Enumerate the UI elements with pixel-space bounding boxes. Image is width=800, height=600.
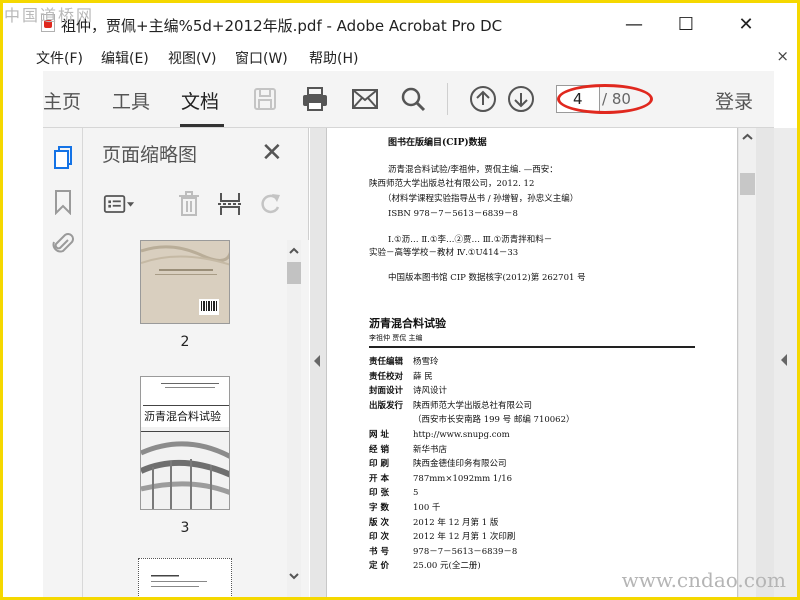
detail-value: 杨雪玲 bbox=[413, 357, 439, 367]
detail-label: 字 数 bbox=[369, 503, 389, 513]
detail-label: 定 价 bbox=[369, 561, 389, 572]
cip-line: ISBN 978－7－5613－6839－8 bbox=[388, 209, 518, 219]
minimize-button[interactable]: — bbox=[611, 9, 657, 39]
right-panel-strip bbox=[774, 128, 797, 597]
thumbnail-scrollbar[interactable] bbox=[287, 240, 301, 597]
detail-value: 新华书店 bbox=[413, 444, 448, 455]
panel-toolbar bbox=[83, 178, 309, 228]
save-icon[interactable] bbox=[249, 83, 281, 115]
menu-file[interactable]: 文件(F) bbox=[36, 48, 83, 68]
watermark-top-left: 中国道桥网 bbox=[4, 6, 95, 25]
close-panel-button[interactable]: ✕ bbox=[261, 138, 283, 168]
pdf-page: 图书在版编目(CIP)数据 沥青混合料试验/李祖仲，贾侃主编. —西安： 陕西师… bbox=[326, 128, 738, 597]
print-icon[interactable] bbox=[299, 83, 331, 115]
attachment-icon[interactable] bbox=[43, 228, 83, 260]
cip-line: 中国版本图书馆 CIP 数据核字(2012)第 262701 号 bbox=[388, 273, 586, 283]
book-title: 沥青混合料试验 bbox=[369, 317, 446, 330]
tab-tools[interactable]: 工具 bbox=[112, 87, 150, 114]
thumbnail-page-3[interactable]: 沥青混合料试验 bbox=[140, 376, 230, 510]
search-icon[interactable] bbox=[397, 83, 429, 115]
scroll-down-icon[interactable] bbox=[287, 569, 301, 583]
detail-label: 责任编辑 bbox=[369, 357, 404, 367]
delete-icon[interactable] bbox=[173, 188, 205, 220]
page-thumbnails-icon[interactable] bbox=[43, 142, 83, 174]
detail-value: 978－7－5613－6839－8 bbox=[413, 546, 518, 557]
bookmark-icon[interactable] bbox=[43, 186, 83, 218]
collapse-left-icon[interactable] bbox=[314, 355, 320, 367]
detail-label: 责任校对 bbox=[369, 371, 404, 382]
detail-value: 陕西师范大学出版总社有限公司 bbox=[413, 400, 533, 411]
book-authors: 李祖仲 贾侃 主编 bbox=[369, 334, 423, 342]
close-document-button[interactable]: × bbox=[776, 47, 789, 65]
document-scroll-thumb[interactable] bbox=[740, 173, 755, 195]
thumbnail-page-2[interactable] bbox=[140, 240, 230, 324]
thumbnail-list[interactable]: 2 沥青混合料试验 3 bbox=[83, 240, 309, 597]
highlight-ellipse bbox=[557, 84, 653, 114]
detail-label: 封面设计 bbox=[369, 386, 404, 397]
thumbnail-label-page-2: 2 bbox=[180, 334, 190, 350]
detail-value: （西安市长安南路 199 号 邮编 710062） bbox=[413, 415, 575, 426]
page-options-icon[interactable] bbox=[103, 188, 135, 220]
menu-help[interactable]: 帮助(H) bbox=[309, 48, 358, 68]
title-bar: 祖仲，贾佩+主编%5d+2012年版.pdf - Adobe Acrobat P… bbox=[3, 3, 797, 45]
menu-view[interactable]: 视图(V) bbox=[168, 48, 217, 68]
close-window-button[interactable]: ✕ bbox=[723, 9, 769, 39]
panel-title: 页面缩略图 bbox=[102, 144, 198, 166]
thumbnail-scroll-thumb[interactable] bbox=[287, 262, 301, 284]
expand-right-panel-icon[interactable] bbox=[781, 354, 787, 366]
detail-label: 印 刷 bbox=[369, 459, 389, 470]
cip-line: 实验－高等学校－教材 Ⅳ.①U414－33 bbox=[369, 248, 519, 258]
doc-scroll-up-icon[interactable] bbox=[739, 130, 756, 144]
title-rule bbox=[369, 346, 695, 348]
left-navigation-rail bbox=[43, 128, 83, 597]
detail-label: 网 址 bbox=[369, 430, 389, 440]
cip-line: Ⅰ.①沥… Ⅱ.①李…②贾… Ⅲ.①沥青拌和料－ bbox=[388, 235, 553, 245]
detail-label: 出版发行 bbox=[369, 400, 404, 411]
crop-icon[interactable] bbox=[214, 188, 246, 220]
detail-value: 2012 年 12 月第 1 版 bbox=[413, 517, 499, 528]
menu-window[interactable]: 窗口(W) bbox=[235, 48, 288, 68]
cip-title: 图书在版编目(CIP)数据 bbox=[388, 138, 487, 148]
detail-value: 诗风设计 bbox=[413, 386, 448, 397]
menu-bar: 文件(F) 编辑(E) 视图(V) 窗口(W) 帮助(H) × bbox=[3, 45, 797, 71]
page-down-icon[interactable] bbox=[505, 83, 537, 115]
maximize-button[interactable]: ☐ bbox=[663, 9, 709, 39]
scroll-up-icon[interactable] bbox=[287, 244, 301, 258]
thumbnail-label-page-3: 3 bbox=[180, 520, 190, 536]
watermark-bottom-right: www.cndao.com bbox=[621, 568, 786, 592]
menu-edit[interactable]: 编辑(E) bbox=[101, 48, 149, 68]
detail-value: 100 千 bbox=[413, 503, 441, 513]
active-tab-indicator bbox=[180, 124, 224, 127]
document-view[interactable]: 图书在版编目(CIP)数据 沥青混合料试验/李祖仲，贾侃主编. —西安： 陕西师… bbox=[310, 128, 774, 597]
cip-line: 陕西师范大学出版总社有限公司，2012. 12 bbox=[369, 179, 535, 189]
tab-home[interactable]: 主页 bbox=[43, 87, 81, 114]
detail-value: 5 bbox=[413, 488, 419, 499]
page-up-icon[interactable] bbox=[467, 83, 499, 115]
detail-label: 印 张 bbox=[369, 488, 389, 499]
thumbnails-panel: 页面缩略图 ✕ 2 沥青混合料试验 3 bbox=[83, 128, 309, 597]
thumbnail-cover-title: 沥青混合料试验 bbox=[144, 410, 221, 423]
detail-value: 25.00 元(全二册) bbox=[413, 561, 481, 572]
thumbnail-page-4[interactable] bbox=[138, 558, 232, 597]
toolbar-separator bbox=[447, 83, 448, 115]
detail-label: 印 次 bbox=[369, 532, 389, 543]
login-button[interactable]: 登录 bbox=[715, 87, 753, 114]
document-scrollbar[interactable] bbox=[739, 128, 756, 597]
cip-line: 沥青混合料试验/李祖仲，贾侃主编. —西安： bbox=[388, 165, 558, 175]
detail-value: 陕西金德佳印务有限公司 bbox=[413, 459, 507, 470]
rotate-icon[interactable] bbox=[255, 188, 287, 220]
detail-value: 薛 民 bbox=[413, 371, 433, 382]
detail-value: 787mm×1092mm 1/16 bbox=[413, 473, 513, 484]
main-toolbar: 主页 工具 文档 4 / 80 登录 bbox=[43, 71, 774, 128]
window-title: 祖仲，贾佩+主编%5d+2012年版.pdf - Adobe Acrobat P… bbox=[61, 17, 503, 35]
email-icon[interactable] bbox=[349, 83, 381, 115]
detail-label: 书 号 bbox=[369, 546, 389, 557]
detail-value: http://www.snupg.com bbox=[413, 430, 510, 440]
tab-document[interactable]: 文档 bbox=[181, 87, 219, 114]
detail-label: 开 本 bbox=[369, 473, 389, 484]
detail-value: 2012 年 12 月第 1 次印刷 bbox=[413, 532, 516, 543]
detail-label: 经 销 bbox=[369, 444, 389, 455]
cip-line: （材料学课程实验指导丛书 / 孙增智，孙忠义主编） bbox=[383, 194, 579, 204]
detail-label: 版 次 bbox=[369, 517, 389, 528]
